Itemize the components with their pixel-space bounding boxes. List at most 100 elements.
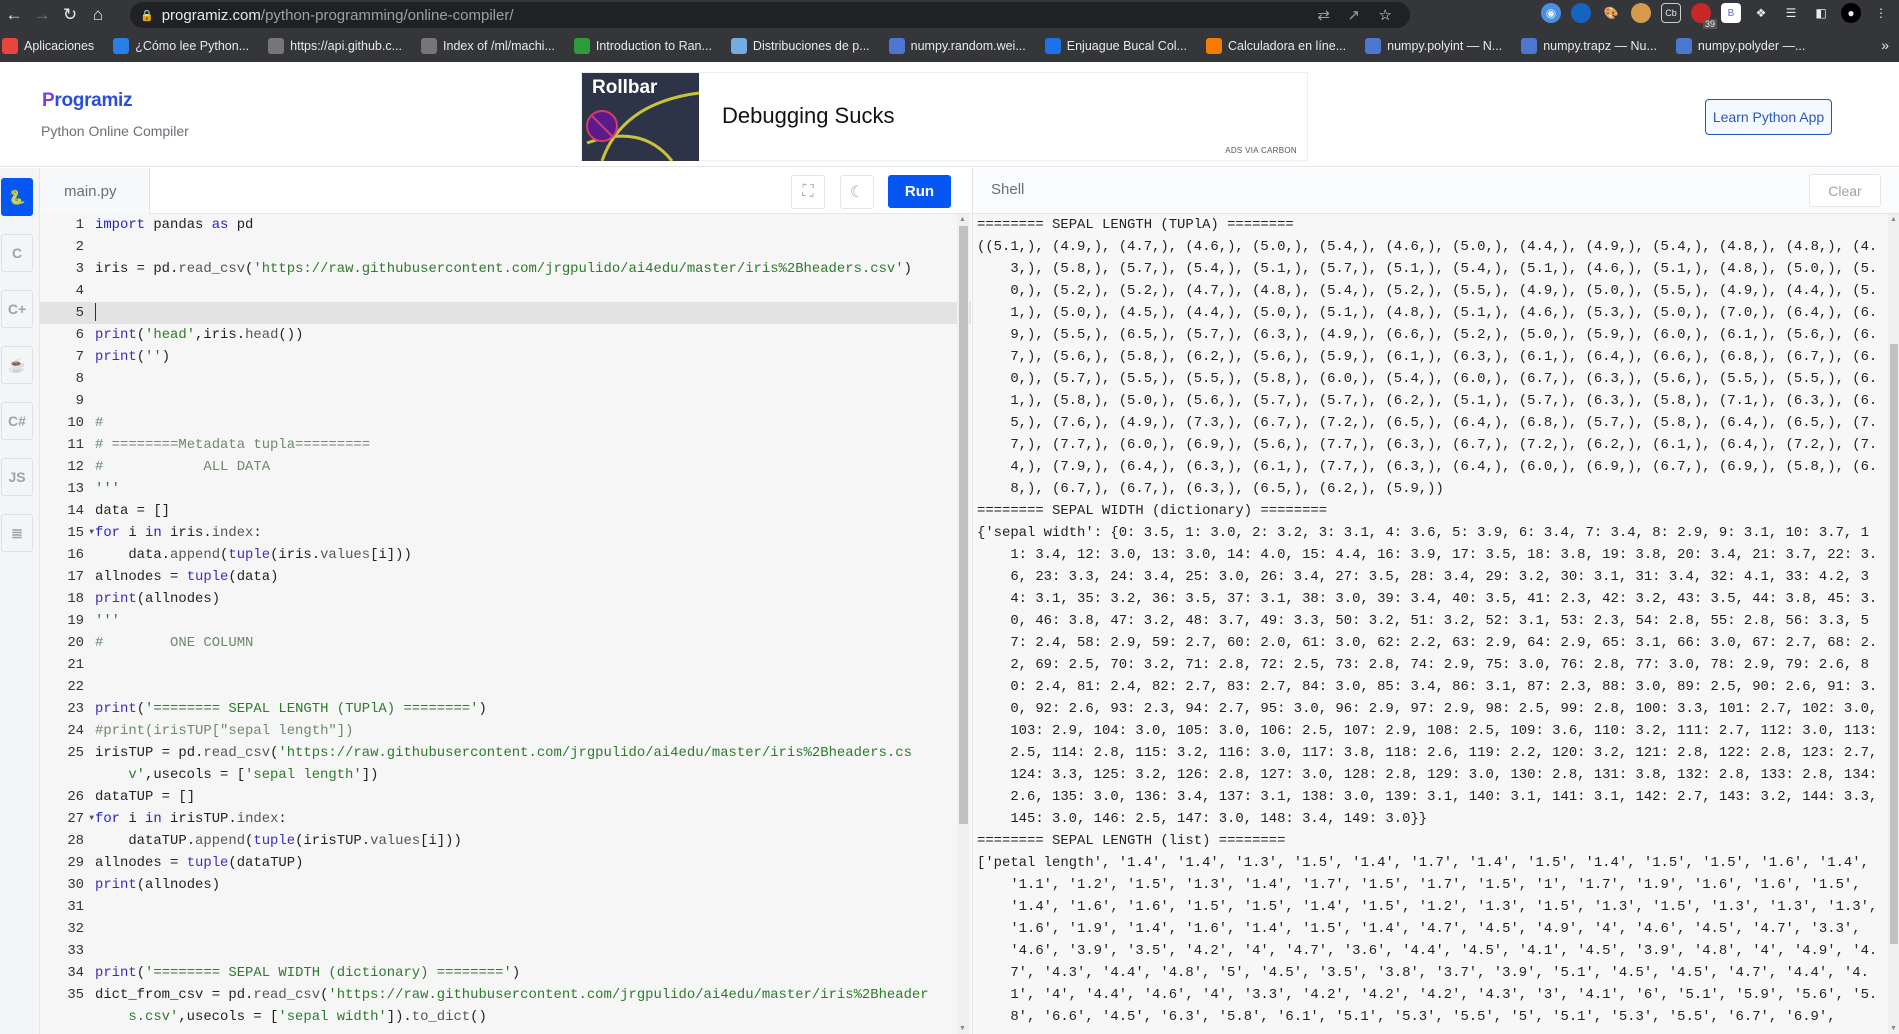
clear-button[interactable]: Clear xyxy=(1809,174,1881,207)
code-text[interactable] xyxy=(95,654,937,676)
code-text[interactable] xyxy=(95,236,937,258)
code-line[interactable]: 10 # xyxy=(40,412,971,434)
code-line[interactable]: 18 print(allnodes) xyxy=(40,588,971,610)
code-line[interactable]: 26 dataTUP = [] xyxy=(40,786,971,808)
code-text[interactable]: data.append(tuple(iris.values[i])) xyxy=(95,544,937,566)
star-icon[interactable]: ☆ xyxy=(1379,6,1392,24)
code-line[interactable]: 3 iris = pd.read_csv('https://raw.githubu… xyxy=(40,258,971,280)
code-line[interactable]: 8 xyxy=(40,368,971,390)
home-icon[interactable]: ⌂ xyxy=(84,1,112,29)
code-text[interactable]: dict_from_csv = pd.read_csv('https://raw… xyxy=(95,984,937,1028)
code-line[interactable]: 20 # ONE COLUMN xyxy=(40,632,971,654)
bookmark-item[interactable]: Distribuciones de p... xyxy=(730,38,870,54)
code-text[interactable]: dataTUP = [] xyxy=(95,786,937,808)
scroll-down-icon[interactable]: ▼ xyxy=(1890,1025,1897,1032)
bookmark-item[interactable]: numpy.trapz — Nu... xyxy=(1521,38,1657,54)
code-editor[interactable]: 1 import pandas as pd 2 3 iris = pd.read_csv… xyxy=(40,214,971,1034)
dark-mode-button[interactable]: ☾ xyxy=(840,175,874,209)
shell-scrollbar[interactable]: ▲ ▼ xyxy=(1888,214,1899,1034)
bookmark-item[interactable]: Enjuague Bucal Col... xyxy=(1044,38,1187,54)
scroll-up-icon[interactable]: ▲ xyxy=(959,216,966,223)
carbon-ad[interactable]: Rollbar Debugging Sucks ADS VIA CARBON xyxy=(581,72,1308,161)
fold-arrow-icon[interactable]: ▼ xyxy=(89,522,94,544)
scroll-down-icon[interactable]: ▼ xyxy=(959,1025,966,1032)
code-text[interactable]: ''' xyxy=(95,478,937,500)
code-line[interactable]: 6 print('head',iris.head()) xyxy=(40,324,971,346)
code-text[interactable] xyxy=(95,390,937,412)
puzzle-icon[interactable]: ❖ xyxy=(1751,3,1771,23)
bookmark-item[interactable]: https://api.github.c... xyxy=(268,38,402,54)
media-icon[interactable]: ☰ xyxy=(1781,3,1801,23)
code-line[interactable]: 30 print(allnodes) xyxy=(40,874,971,896)
code-line[interactable]: 22 xyxy=(40,676,971,698)
code-line[interactable]: 31 xyxy=(40,896,971,918)
extension-b-icon[interactable]: B xyxy=(1721,3,1741,23)
extension-2-icon[interactable] xyxy=(1571,3,1591,23)
code-text[interactable]: print(allnodes) xyxy=(95,588,937,610)
code-text[interactable] xyxy=(95,280,937,302)
sidebar-item-python[interactable]: 🐍 xyxy=(1,178,33,216)
shell-scrollbar-thumb[interactable] xyxy=(1890,344,1898,944)
bookmark-item[interactable]: Calculadora en líne... xyxy=(1205,38,1346,54)
code-text[interactable]: dataTUP.append(tuple(irisTUP.values[i])) xyxy=(95,830,937,852)
code-line[interactable]: 24 #print(irisTUP["sepal length"]) xyxy=(40,720,971,742)
code-line[interactable]: 25 irisTUP = pd.read_csv('https://raw.git… xyxy=(40,742,971,786)
back-icon[interactable]: ← xyxy=(0,1,28,29)
code-text[interactable]: print(allnodes) xyxy=(95,874,937,896)
tab-main-py[interactable]: main.py xyxy=(40,168,150,214)
sidebar-item-java[interactable]: ☕ xyxy=(1,346,33,384)
sidebar-item-c[interactable]: C xyxy=(1,234,33,272)
code-text[interactable]: # ONE COLUMN xyxy=(95,632,937,654)
bookmark-item[interactable]: Index of /ml/machi... xyxy=(421,38,555,54)
code-text[interactable]: # ALL DATA xyxy=(95,456,937,478)
sidebar-item-csharp[interactable]: C# xyxy=(1,402,33,440)
code-text[interactable]: import pandas as pd xyxy=(95,214,937,236)
code-lines[interactable]: 1 import pandas as pd 2 3 iris = pd.read_csv… xyxy=(40,214,971,1028)
side-panel-icon[interactable]: ◧ xyxy=(1811,3,1831,23)
bookmark-item[interactable]: ¿Cómo lee Python... xyxy=(113,38,249,54)
run-button[interactable]: Run xyxy=(888,175,951,208)
code-line[interactable]: 13 ''' xyxy=(40,478,971,500)
reload-icon[interactable]: ↻ xyxy=(56,1,84,29)
code-line[interactable]: 29 allnodes = tuple(dataTUP) xyxy=(40,852,971,874)
code-line[interactable]: 19 ''' xyxy=(40,610,971,632)
code-line[interactable]: 15 ▼ for i in iris.index: xyxy=(40,522,971,544)
code-line[interactable]: 23 print('======== SEPAL LENGTH (TUPlA) =… xyxy=(40,698,971,720)
code-line[interactable]: 1 import pandas as pd xyxy=(40,214,971,236)
menu-icon[interactable]: ⋮ xyxy=(1871,3,1891,23)
code-line[interactable]: 27 ▼ for i in irisTUP.index: xyxy=(40,808,971,830)
code-text[interactable]: for i in iris.index: xyxy=(95,522,937,544)
editor-scrollbar-thumb[interactable] xyxy=(959,226,968,824)
code-line[interactable]: 12 # ALL DATA xyxy=(40,456,971,478)
scroll-up-icon[interactable]: ▲ xyxy=(1890,216,1897,223)
bookmark-item[interactable]: Aplicaciones xyxy=(2,38,94,54)
code-line[interactable]: 17 allnodes = tuple(data) xyxy=(40,566,971,588)
code-text[interactable]: allnodes = tuple(data) xyxy=(95,566,937,588)
extension-1-icon[interactable]: ◉ xyxy=(1541,3,1561,23)
code-line[interactable]: 4 xyxy=(40,280,971,302)
code-line[interactable]: 7 print('') xyxy=(40,346,971,368)
bookmarks-overflow-icon[interactable]: » xyxy=(1881,37,1889,53)
code-text[interactable]: print('======== SEPAL WIDTH (dictionary)… xyxy=(95,962,937,984)
extension-cb-icon[interactable]: Cb xyxy=(1661,3,1681,23)
code-text[interactable] xyxy=(95,676,937,698)
code-line[interactable]: 28 dataTUP.append(tuple(irisTUP.values[i… xyxy=(40,830,971,852)
code-text[interactable] xyxy=(95,918,937,940)
editor-scrollbar[interactable]: ▲ ▼ xyxy=(957,214,969,1034)
translate-icon[interactable]: ⇄ xyxy=(1317,6,1330,24)
learn-python-app-button[interactable]: Learn Python App xyxy=(1705,99,1832,135)
profile-avatar[interactable]: ● xyxy=(1841,3,1861,23)
code-line[interactable]: 11 # ========Metadata tupla========= xyxy=(40,434,971,456)
bookmark-item[interactable]: numpy.polyint — N... xyxy=(1365,38,1502,54)
code-line[interactable]: 2 xyxy=(40,236,971,258)
extension-abp-icon[interactable]: 39 xyxy=(1691,3,1717,29)
forward-icon[interactable]: → xyxy=(28,1,56,29)
fullscreen-button[interactable]: ⛶ xyxy=(791,175,825,209)
code-text[interactable] xyxy=(95,896,937,918)
code-text[interactable]: print('======== SEPAL LENGTH (TUPlA) ===… xyxy=(95,698,937,720)
share-icon[interactable]: ↗ xyxy=(1347,6,1360,24)
programiz-logo[interactable]: Programiz xyxy=(42,90,133,112)
code-text[interactable]: ''' xyxy=(95,610,937,632)
code-line[interactable]: 21 xyxy=(40,654,971,676)
code-text[interactable]: for i in irisTUP.index: xyxy=(95,808,937,830)
